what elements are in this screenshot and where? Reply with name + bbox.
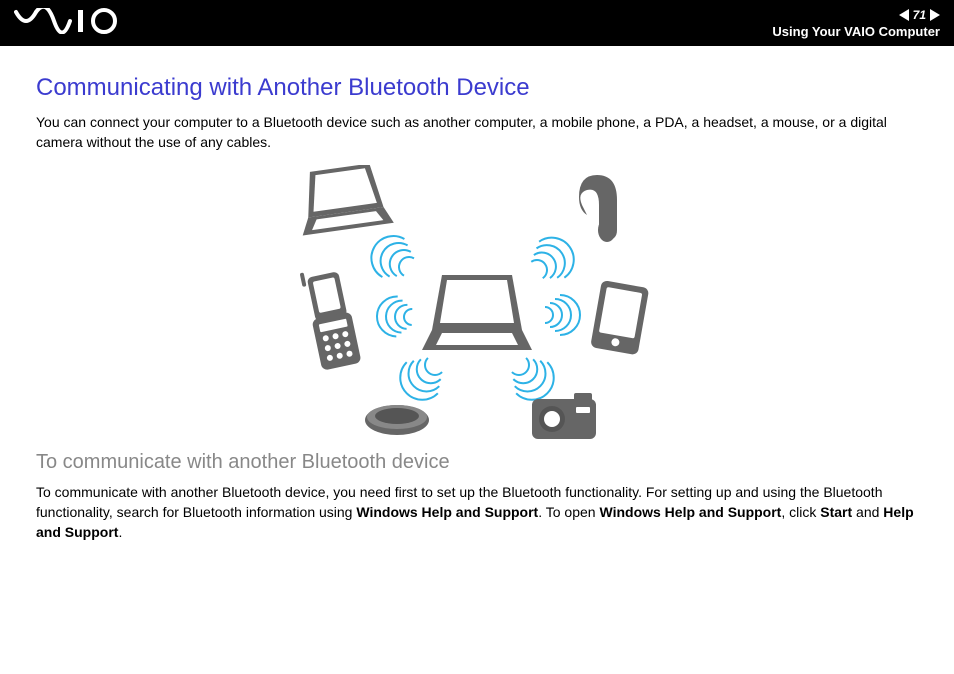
body-paragraph: To communicate with another Bluetooth de…	[36, 482, 918, 543]
body-text: .	[118, 524, 122, 540]
mouse-icon	[365, 405, 429, 435]
main-heading: Communicating with Another Bluetooth Dev…	[36, 74, 918, 102]
headset-icon	[579, 175, 617, 242]
header-bar: 71 Using Your VAIO Computer	[0, 0, 954, 46]
intro-paragraph: You can connect your computer to a Bluet…	[36, 112, 918, 153]
body-text: , click	[781, 504, 820, 520]
page-nav: 71	[899, 8, 940, 22]
page-content: Communicating with Another Bluetooth Dev…	[0, 46, 954, 542]
bluetooth-diagram	[257, 165, 697, 445]
vaio-logo	[14, 8, 124, 39]
header-right: 71 Using Your VAIO Computer	[772, 8, 940, 39]
pda-icon	[590, 280, 649, 355]
section-title: Using Your VAIO Computer	[772, 24, 940, 39]
page-number: 71	[913, 8, 926, 22]
body-bold: Windows Help and Support	[356, 504, 538, 520]
laptop-icon	[294, 165, 394, 236]
camera-icon	[532, 393, 596, 439]
phone-icon	[300, 264, 362, 371]
body-text: . To open	[538, 504, 599, 520]
sub-heading: To communicate with another Bluetooth de…	[36, 451, 918, 474]
body-bold: Windows Help and Support	[599, 504, 781, 520]
body-text: and	[852, 504, 883, 520]
laptop-center-icon	[422, 275, 532, 350]
body-bold: Start	[820, 504, 852, 520]
prev-page-icon[interactable]	[899, 9, 909, 21]
next-page-icon[interactable]	[930, 9, 940, 21]
